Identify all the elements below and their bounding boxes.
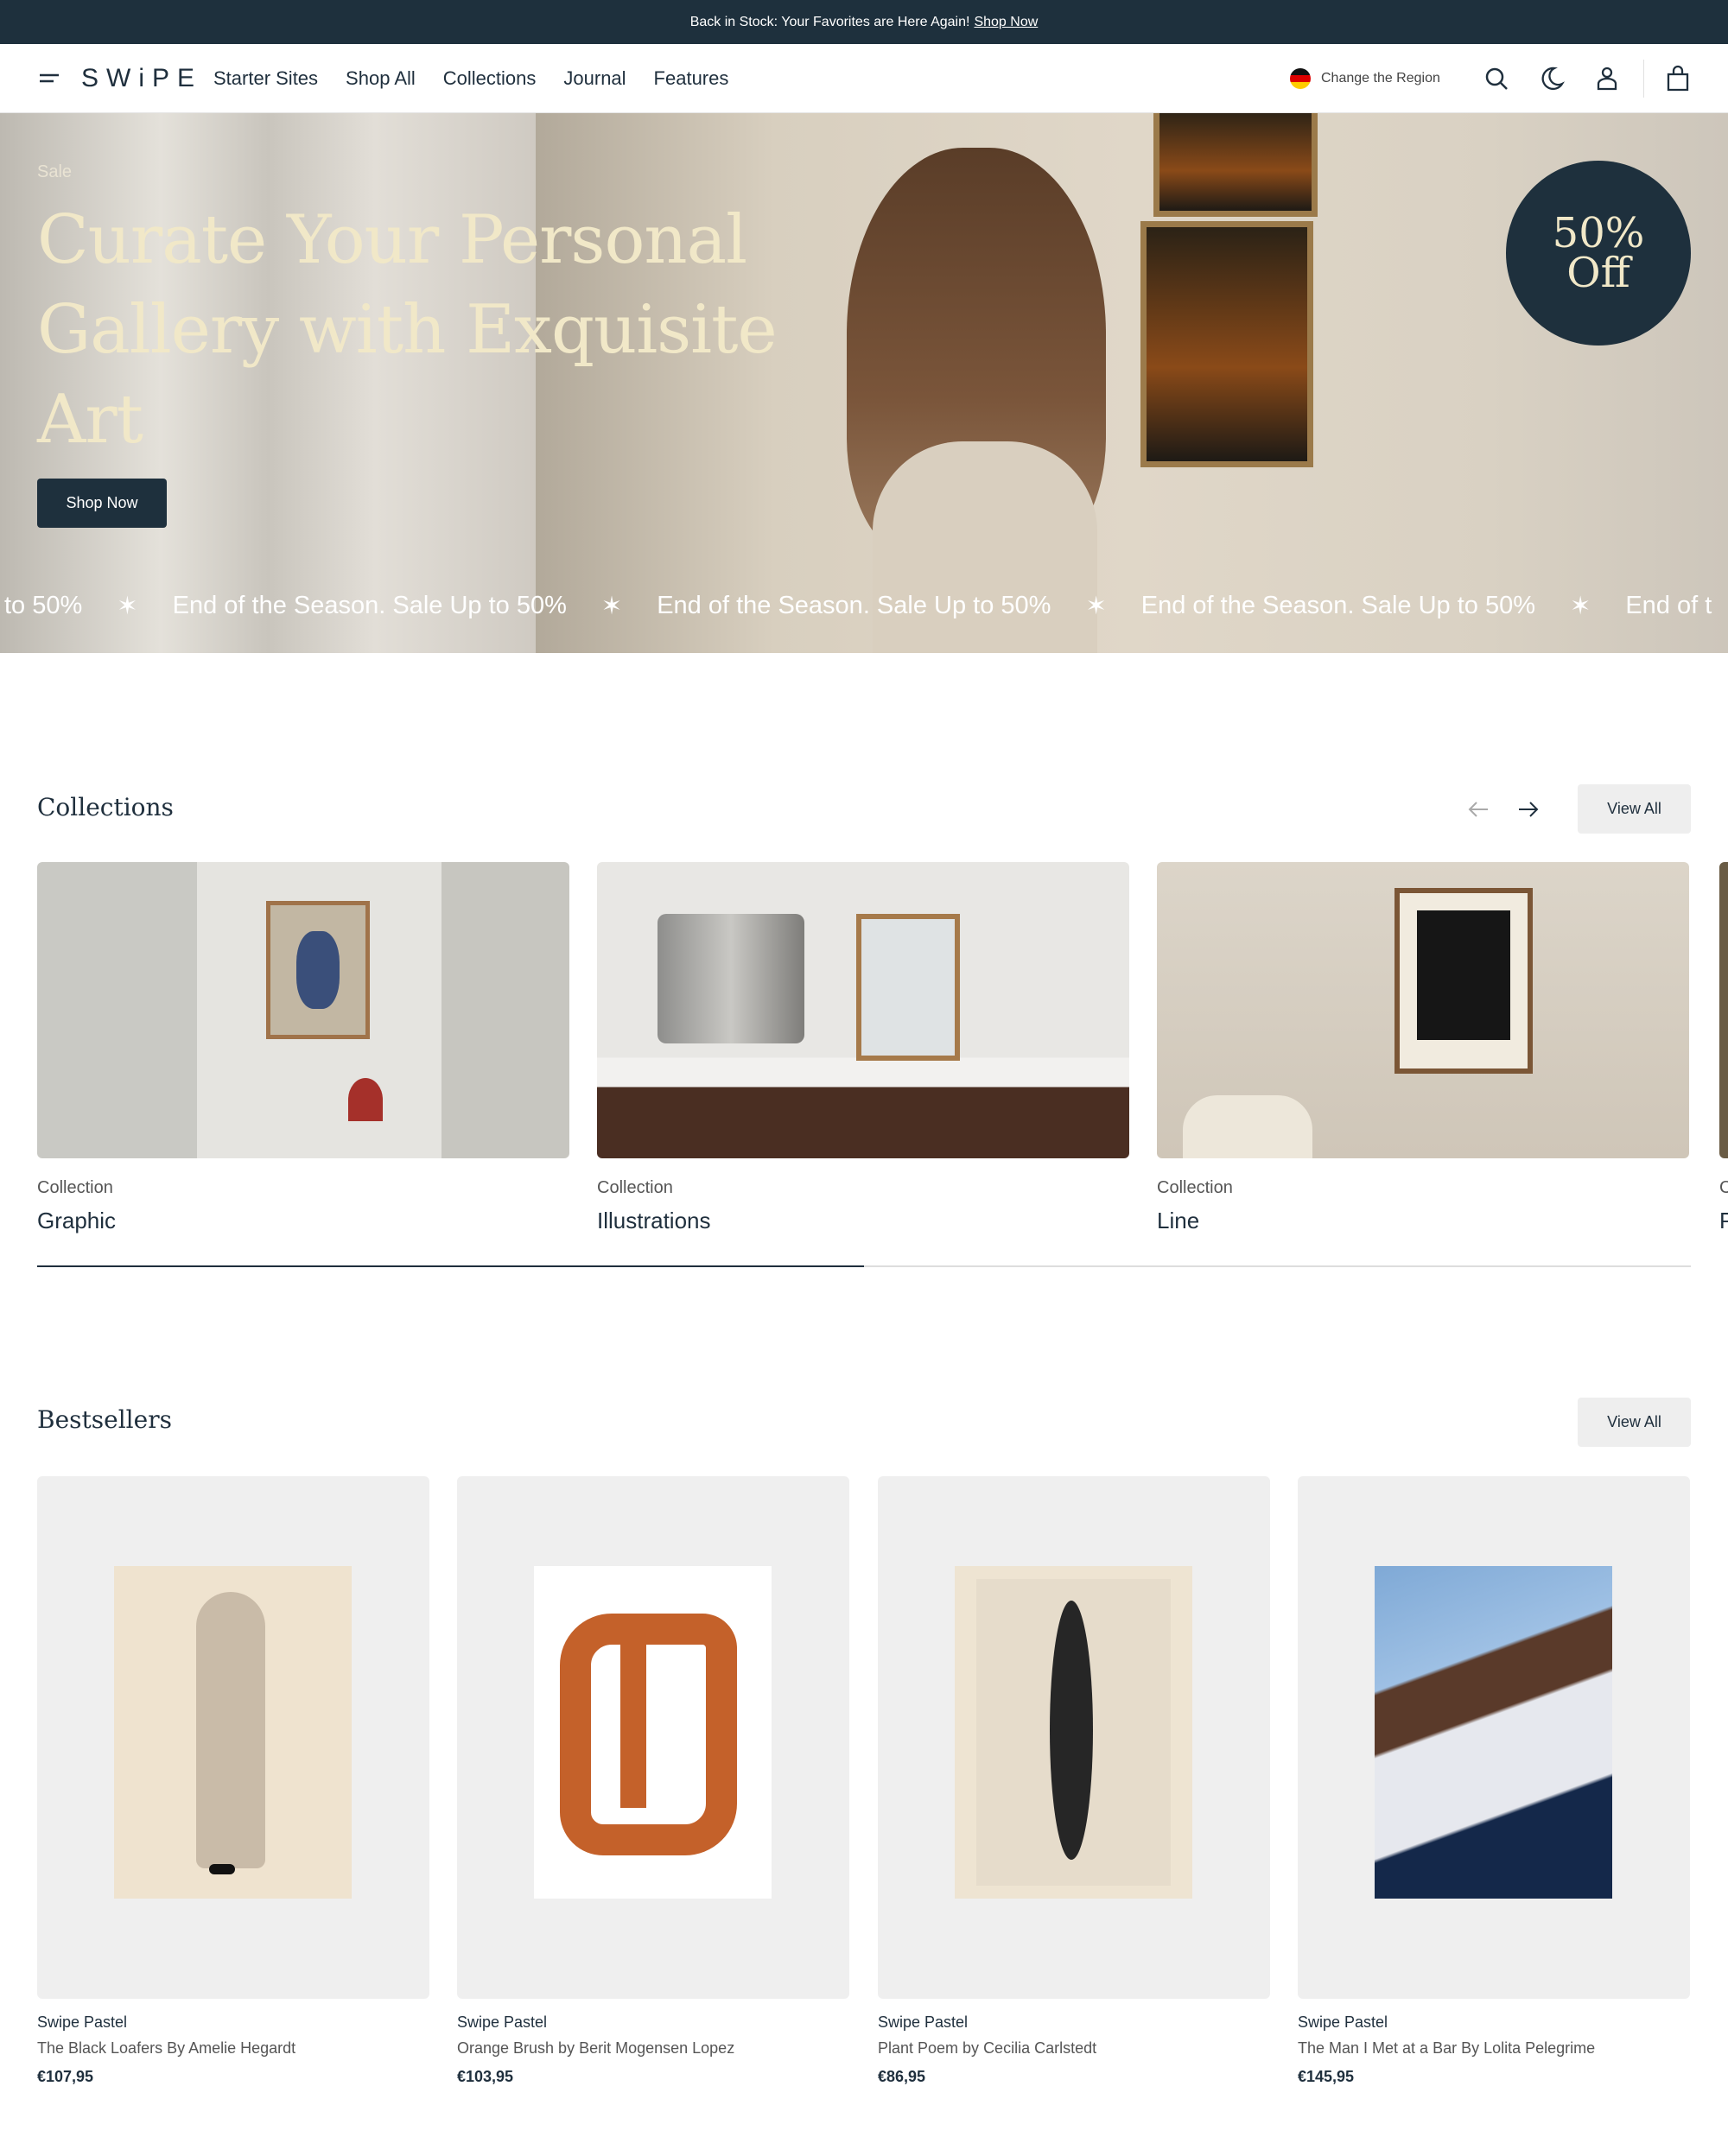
marquee-text: End of the Season. Sale Up to 50% — [657, 591, 1051, 619]
nav-starter-sites[interactable]: Starter Sites — [213, 67, 318, 90]
main-nav: Starter Sites Shop All Collections Journ… — [213, 44, 728, 113]
hero-frame — [1140, 221, 1313, 467]
collections-heading: Collections — [37, 793, 174, 821]
germany-flag-icon — [1290, 68, 1311, 89]
region-selector[interactable]: Change the Region — [1290, 44, 1440, 113]
nav-features[interactable]: Features — [654, 67, 729, 90]
star-icon: ✶ — [117, 592, 138, 620]
product-image-orange-brush — [534, 1566, 772, 1899]
nav-collections[interactable]: Collections — [443, 67, 537, 90]
product-vendor: Swipe Pastel — [37, 2013, 128, 2031]
framed-print — [856, 914, 960, 1061]
carousel-scrollbar-thumb[interactable] — [37, 1265, 864, 1267]
product-price: €86,95 — [878, 2068, 926, 2085]
marquee-text: End of the Season. Sale Up to 50% — [172, 591, 567, 619]
product-title[interactable]: The Man I Met at a Bar By Lolita Pelegri… — [1298, 2039, 1595, 2058]
announcement-bar: Back in Stock: Your Favorites are Here A… — [0, 0, 1728, 44]
region-label: Change the Region — [1321, 71, 1440, 86]
collection-label: Collection — [597, 1178, 673, 1197]
collection-name[interactable]: Line — [1157, 1208, 1199, 1234]
product-vendor: Swipe Pastel — [457, 2013, 548, 2031]
collection-label: Collection — [1157, 1178, 1233, 1197]
product-vendor: Swipe Pastel — [1298, 2013, 1388, 2031]
hero-frame-top — [1153, 113, 1318, 217]
collection-card-peek[interactable] — [1719, 862, 1728, 1158]
menu-icon[interactable] — [36, 65, 64, 92]
hero-title: Curate Your Personal Gallery with Exquis… — [37, 201, 778, 459]
collections-view-all-button[interactable]: View All — [1578, 784, 1691, 834]
arrow-left-icon[interactable] — [1465, 796, 1491, 822]
hero-shop-now-button[interactable]: Shop Now — [37, 479, 167, 528]
carousel-scrollbar[interactable] — [37, 1265, 1691, 1267]
moon-icon[interactable] — [1538, 65, 1566, 92]
announcement-shop-now-link[interactable]: Shop Now — [974, 15, 1038, 30]
product-title[interactable]: Plant Poem by Cecilia Carlstedt — [878, 2039, 1096, 2058]
marquee-strip: to 50% ✶ End of the Season. Sale Up to 50… — [4, 587, 1728, 624]
vase-print — [266, 901, 370, 1039]
star-icon: ✶ — [1570, 592, 1591, 620]
header-divider — [1643, 60, 1644, 98]
marquee-text: to 50% — [4, 591, 83, 619]
product-image-black-loafers — [114, 1566, 352, 1899]
logo[interactable]: SWiPE — [81, 44, 202, 113]
arrow-right-icon[interactable] — [1515, 796, 1541, 822]
red-lamp — [348, 1078, 383, 1121]
product-card[interactable] — [37, 1476, 429, 1999]
collection-card-line[interactable] — [1157, 862, 1689, 1158]
star-icon: ✶ — [600, 592, 623, 620]
product-title[interactable]: Orange Brush by Berit Mogensen Lopez — [457, 2039, 734, 2058]
product-price: €103,95 — [457, 2068, 514, 2085]
collection-card-illustrations[interactable] — [597, 862, 1129, 1158]
nav-shop-all[interactable]: Shop All — [346, 67, 416, 90]
product-title[interactable]: The Black Loafers By Amelie Hegardt — [37, 2039, 295, 2058]
bestsellers-heading: Bestsellers — [37, 1405, 172, 1434]
chair — [1183, 1095, 1312, 1158]
marquee-text: End of t — [1625, 591, 1712, 619]
site-header: SWiPE Starter Sites Shop All Collections… — [0, 44, 1728, 113]
product-image-man-at-bar — [1375, 1566, 1612, 1899]
discount-badge-text: 50% Off — [1552, 209, 1645, 297]
nav-journal[interactable]: Journal — [563, 67, 626, 90]
product-image-plant-poem — [955, 1566, 1192, 1899]
star-icon: ✶ — [1085, 592, 1107, 620]
collection-card-graphic[interactable] — [37, 862, 569, 1158]
collection-label: C — [1719, 1178, 1728, 1197]
product-card[interactable] — [1298, 1476, 1690, 1999]
collection-name[interactable]: P — [1719, 1208, 1728, 1234]
product-card[interactable] — [457, 1476, 849, 1999]
search-icon[interactable] — [1483, 65, 1510, 92]
hero-eyebrow: Sale — [37, 162, 73, 181]
cart-bag-icon[interactable] — [1664, 65, 1692, 92]
bestsellers-view-all-button[interactable]: View All — [1578, 1398, 1691, 1447]
product-price: €145,95 — [1298, 2068, 1355, 2085]
account-icon[interactable] — [1593, 65, 1621, 92]
collection-label: Collection — [37, 1178, 113, 1197]
product-vendor: Swipe Pastel — [878, 2013, 969, 2031]
product-card[interactable] — [878, 1476, 1270, 1999]
collection-name[interactable]: Graphic — [37, 1208, 116, 1234]
hero-banner: Sale Curate Your Personal Gallery with E… — [0, 113, 1728, 653]
collection-name[interactable]: Illustrations — [597, 1208, 711, 1234]
product-price: €107,95 — [37, 2068, 94, 2085]
discount-badge: 50% Off — [1506, 161, 1691, 346]
coffee-machine — [658, 914, 804, 1043]
announcement-text: Back in Stock: Your Favorites are Here A… — [689, 14, 970, 29]
framed-line-print — [1394, 888, 1533, 1074]
marquee-text: End of the Season. Sale Up to 50% — [1140, 591, 1536, 619]
